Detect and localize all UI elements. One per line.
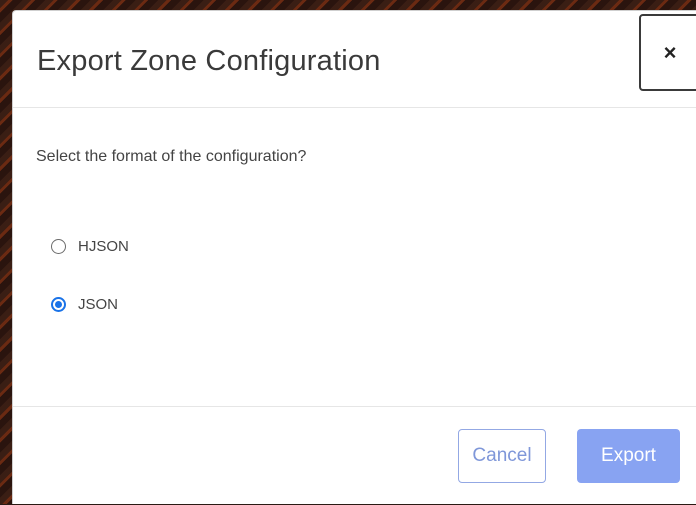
- radio-json[interactable]: [51, 297, 66, 312]
- dialog-header: Export Zone Configuration ×: [13, 11, 696, 108]
- export-dialog: Export Zone Configuration × Select the f…: [12, 10, 696, 504]
- option-hjson-label: HJSON: [78, 238, 129, 255]
- dialog-footer: Cancel Export: [13, 406, 696, 505]
- dialog-title: Export Zone Configuration: [37, 45, 381, 77]
- option-hjson[interactable]: HJSON: [51, 238, 129, 255]
- close-button[interactable]: ×: [639, 14, 696, 91]
- radio-hjson[interactable]: [51, 239, 66, 254]
- option-json-label: JSON: [78, 296, 119, 313]
- cancel-button[interactable]: Cancel: [458, 429, 546, 483]
- dialog-body: Select the format of the configuration? …: [13, 109, 696, 406]
- option-json[interactable]: JSON: [51, 296, 118, 313]
- export-button[interactable]: Export: [577, 429, 680, 483]
- format-question: Select the format of the configuration?: [36, 148, 307, 165]
- close-icon: ×: [663, 39, 677, 65]
